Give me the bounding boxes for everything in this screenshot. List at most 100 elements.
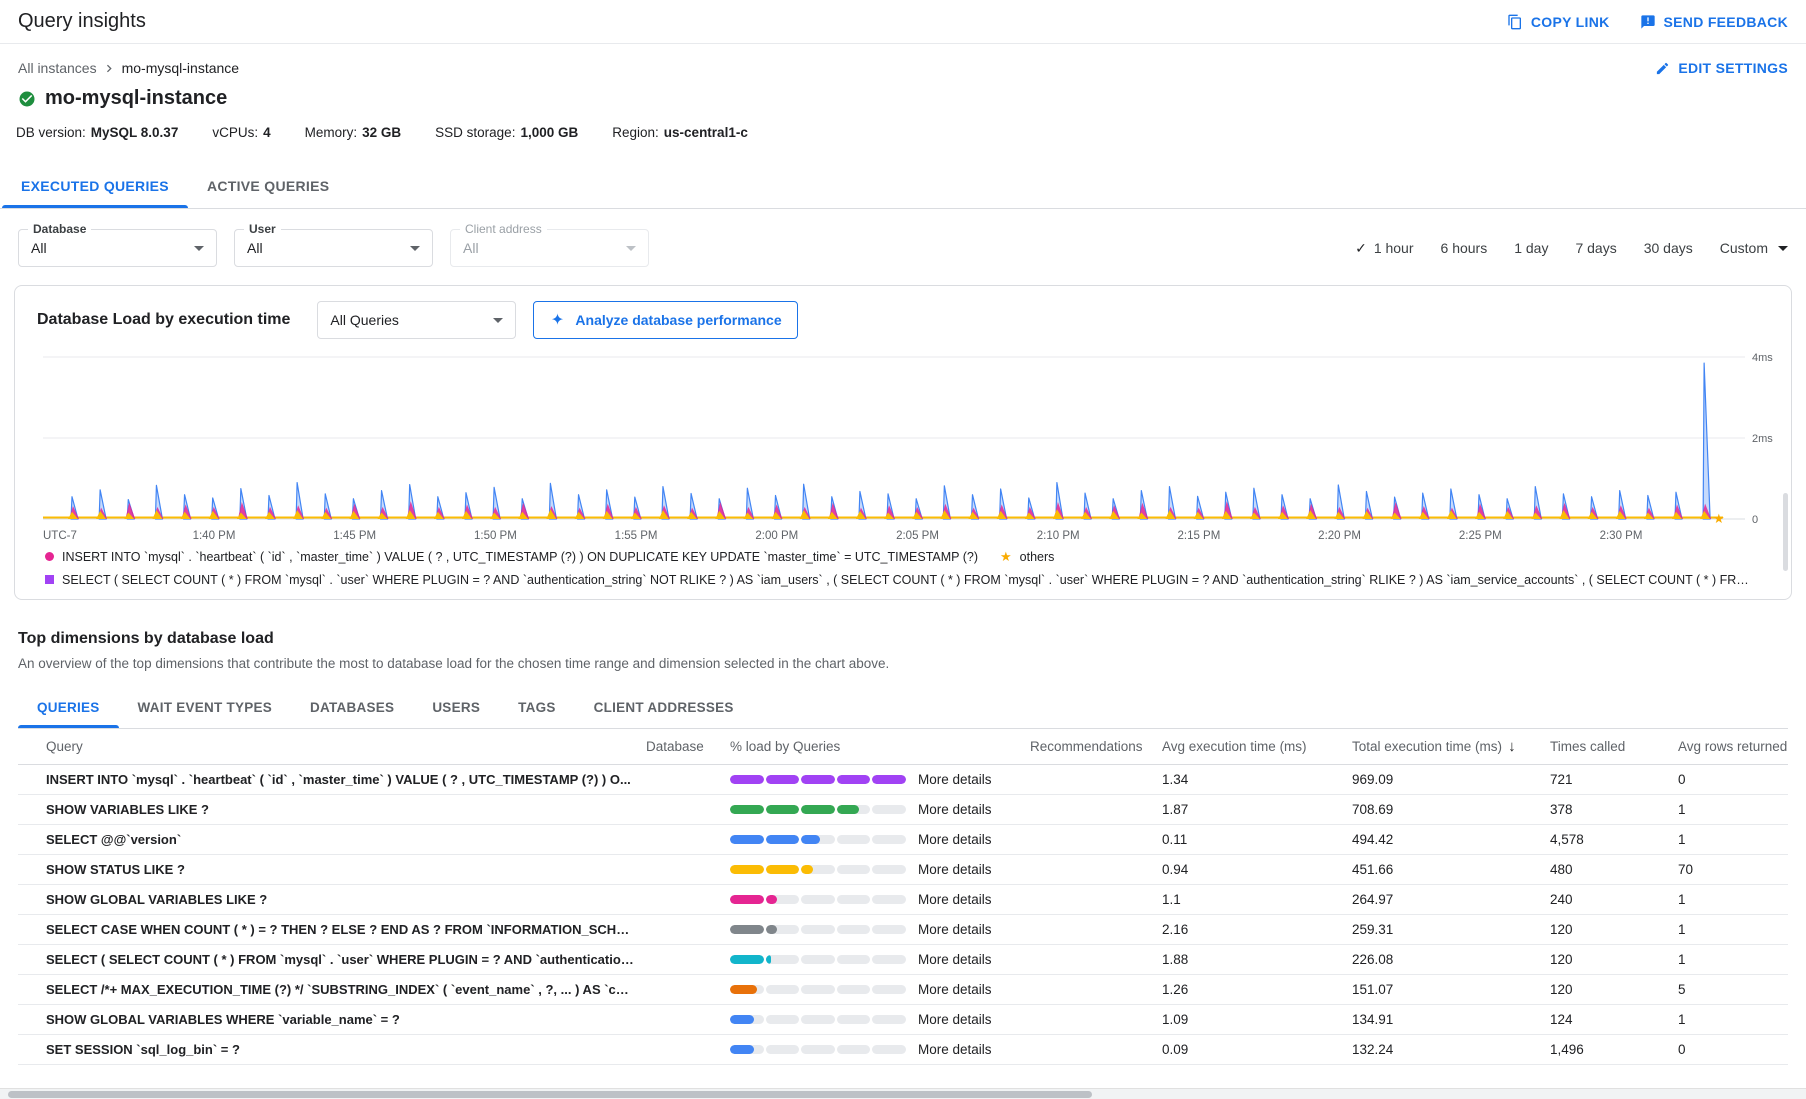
times-called-cell: 1,496 [1550, 1042, 1678, 1057]
col-total-execution[interactable]: Total execution time (ms) ↓ [1352, 738, 1550, 755]
table-row[interactable]: SHOW GLOBAL VARIABLES LIKE ?More details… [18, 885, 1788, 915]
table-row[interactable]: SHOW STATUS LIKE ?More details0.94451.66… [18, 855, 1788, 885]
breadcrumb-current: mo-mysql-instance [122, 60, 239, 76]
svg-text:2:15 PM: 2:15 PM [1177, 530, 1220, 542]
times-called-cell: 120 [1550, 952, 1678, 967]
col-load[interactable]: % load by Queries [730, 739, 918, 754]
dim-tab-queries[interactable]: QUERIES [18, 687, 119, 728]
time-range-6-hours[interactable]: 6 hours [1441, 240, 1488, 256]
dropdown-caret-icon [194, 246, 204, 251]
table-row[interactable]: INSERT INTO `mysql` . `heartbeat` ( `id`… [18, 765, 1788, 795]
check-icon: ✓ [1355, 240, 1367, 257]
sort-desc-icon[interactable]: ↓ [1508, 738, 1516, 755]
user-filter[interactable]: User All [234, 229, 433, 267]
table-row[interactable]: SHOW GLOBAL VARIABLES WHERE `variable_na… [18, 1005, 1788, 1035]
query-text: SHOW GLOBAL VARIABLES WHERE `variable_na… [46, 1012, 646, 1027]
legend-label-select: SELECT ( SELECT COUNT ( * ) FROM `mysql`… [62, 573, 1752, 587]
table-body: INSERT INTO `mysql` . `heartbeat` ( `id`… [18, 765, 1788, 1065]
dim-tab-users[interactable]: USERS [413, 687, 499, 728]
breadcrumb-all-instances[interactable]: All instances [18, 60, 97, 76]
dim-tab-wait-event-types[interactable]: WAIT EVENT TYPES [119, 687, 292, 728]
times-called-cell: 480 [1550, 862, 1678, 877]
vertical-scrollbar[interactable] [1783, 493, 1788, 571]
analyze-performance-button[interactable]: Analyze database performance [533, 301, 797, 339]
dim-tab-databases[interactable]: DATABASES [291, 687, 413, 728]
more-details-link[interactable]: More details [918, 802, 1030, 817]
dropdown-caret-icon [410, 246, 420, 251]
time-range-1-hour[interactable]: ✓1 hour [1355, 240, 1413, 257]
dropdown-caret-icon [493, 318, 503, 323]
times-called-cell: 240 [1550, 892, 1678, 907]
col-avg-rows[interactable]: Avg rows returned [1678, 739, 1788, 754]
query-text: SELECT CASE WHEN COUNT ( * ) = ? THEN ? … [46, 922, 646, 937]
more-details-link[interactable]: More details [918, 832, 1030, 847]
table-row[interactable]: SELECT @@`version`More details0.11494.42… [18, 825, 1788, 855]
time-range-custom[interactable]: Custom [1720, 240, 1788, 256]
avg-rows-cell: 1 [1678, 922, 1788, 937]
more-details-link[interactable]: More details [918, 922, 1030, 937]
copy-link-button[interactable]: COPY LINK [1507, 14, 1610, 30]
edit-settings-button[interactable]: EDIT SETTINGS [1655, 60, 1788, 76]
load-bar [730, 1045, 906, 1054]
table-row[interactable]: SELECT /*+ MAX_EXECUTION_TIME (?) */ `SU… [18, 975, 1788, 1005]
dim-tab-client-addresses[interactable]: CLIENT ADDRESSES [575, 687, 753, 728]
total-execution-cell: 226.08 [1352, 952, 1550, 967]
svg-text:2:00 PM: 2:00 PM [755, 530, 798, 542]
table-row[interactable]: SELECT ( SELECT COUNT ( * ) FROM `mysql`… [18, 945, 1788, 975]
database-filter[interactable]: Database All [18, 229, 217, 267]
app-header: Query insights COPY LINK SEND FEEDBACK [0, 0, 1806, 44]
more-details-link[interactable]: More details [918, 982, 1030, 997]
load-bar [730, 775, 906, 784]
horizontal-scrollbar[interactable] [0, 1088, 1806, 1099]
time-range-7-days[interactable]: 7 days [1575, 240, 1616, 256]
times-called-cell: 124 [1550, 1012, 1678, 1027]
instance-title-row: mo-mysql-instance [0, 87, 1806, 110]
tab-active-queries[interactable]: ACTIVE QUERIES [188, 164, 348, 208]
col-recommendations[interactable]: Recommendations [1030, 739, 1162, 754]
more-details-link[interactable]: More details [918, 1012, 1030, 1027]
time-range-selector: ✓1 hour 6 hours 1 day 7 days 30 days Custom [1355, 240, 1788, 257]
breadcrumb-row: All instances mo-mysql-instance EDIT SET… [0, 60, 1806, 76]
load-cell [730, 955, 918, 964]
time-range-30-days[interactable]: 30 days [1644, 240, 1693, 256]
total-execution-cell: 134.91 [1352, 1012, 1550, 1027]
svg-text:1:40 PM: 1:40 PM [193, 530, 236, 542]
dim-tab-tags[interactable]: TAGS [499, 687, 575, 728]
table-header-row: Query Database % load by Queries Recomme… [18, 729, 1788, 765]
send-feedback-button[interactable]: SEND FEEDBACK [1640, 14, 1788, 30]
load-chart[interactable]: 4ms2ms0UTC-71:40 PM1:45 PM1:50 PM1:55 PM… [15, 349, 1785, 545]
avg-execution-cell: 1.34 [1162, 772, 1352, 787]
meta-memory: Memory:32 GB [305, 125, 402, 140]
table-row[interactable]: SET SESSION `sql_log_bin` = ?More detail… [18, 1035, 1788, 1065]
legend-square-marker-icon [45, 575, 54, 584]
legend-line-2: SELECT ( SELECT COUNT ( * ) FROM `mysql`… [45, 568, 1791, 591]
col-database[interactable]: Database [646, 739, 730, 754]
total-execution-cell: 969.09 [1352, 772, 1550, 787]
col-query[interactable]: Query [46, 739, 646, 754]
load-cell [730, 775, 918, 784]
copy-icon [1507, 14, 1523, 30]
svg-text:2:20 PM: 2:20 PM [1318, 530, 1361, 542]
table-row[interactable]: SELECT CASE WHEN COUNT ( * ) = ? THEN ? … [18, 915, 1788, 945]
table-row[interactable]: SHOW VARIABLES LIKE ?More details1.87708… [18, 795, 1788, 825]
queries-table: Query Database % load by Queries Recomme… [18, 729, 1788, 1065]
load-cell [730, 925, 918, 934]
query-filter-select[interactable]: All Queries [317, 301, 516, 339]
more-details-link[interactable]: More details [918, 862, 1030, 877]
avg-rows-cell: 0 [1678, 1042, 1788, 1057]
horizontal-scrollbar-thumb[interactable] [8, 1091, 1092, 1098]
more-details-link[interactable]: More details [918, 952, 1030, 967]
tab-executed-queries[interactable]: EXECUTED QUERIES [2, 164, 188, 208]
more-details-link[interactable]: More details [918, 772, 1030, 787]
more-details-link[interactable]: More details [918, 1042, 1030, 1057]
time-range-1-day[interactable]: 1 day [1514, 240, 1548, 256]
times-called-cell: 378 [1550, 802, 1678, 817]
meta-db-version: DB version:MySQL 8.0.37 [16, 125, 178, 140]
avg-execution-cell: 1.26 [1162, 982, 1352, 997]
meta-vcpus: vCPUs:4 [212, 125, 270, 140]
load-bar [730, 925, 906, 934]
col-avg-execution[interactable]: Avg execution time (ms) [1162, 739, 1352, 754]
more-details-link[interactable]: More details [918, 892, 1030, 907]
col-times-called[interactable]: Times called [1550, 739, 1678, 754]
instance-name: mo-mysql-instance [45, 87, 227, 110]
